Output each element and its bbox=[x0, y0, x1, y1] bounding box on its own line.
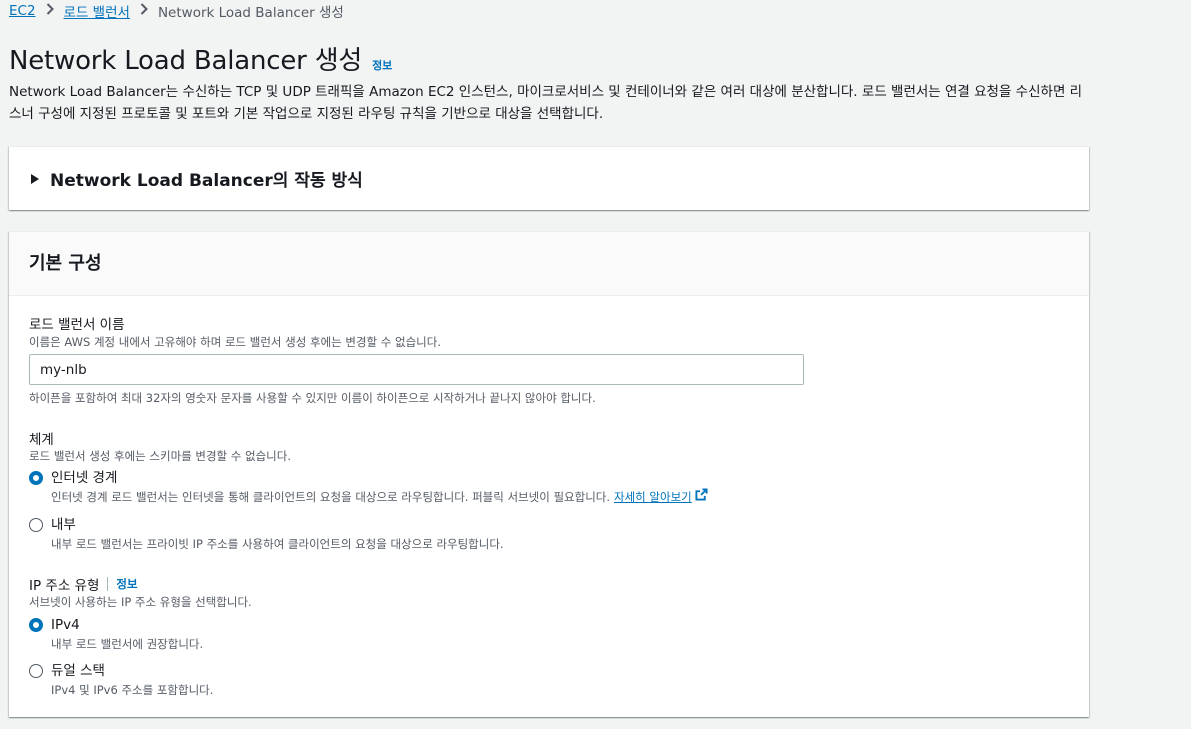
learn-more-text: 자세히 알아보기 bbox=[614, 490, 692, 504]
ipv4-label: IPv4 bbox=[51, 617, 80, 633]
dualstack-label: 듀얼 스택 bbox=[51, 663, 105, 679]
scheme-description: 로드 밸런서 생성 후에는 스키마를 변경할 수 없습니다. bbox=[29, 449, 292, 463]
scheme-internal-description: 내부 로드 밸런서는 프라이빗 IP 주소를 사용하여 클라이언트의 요청을 대… bbox=[51, 537, 504, 551]
info-link[interactable]: 정보 bbox=[372, 57, 392, 73]
radio-selected-icon[interactable] bbox=[29, 471, 43, 485]
basic-config-panel: 기본 구성 로드 밸런서 이름 이름은 AWS 계정 내에서 고유해야 하며 로… bbox=[9, 231, 1089, 717]
ip-type-label-row: IP 주소 유형 정보 bbox=[29, 574, 138, 594]
chevron-right-icon bbox=[140, 3, 148, 19]
radio-unselected-icon[interactable] bbox=[29, 518, 43, 532]
page-title-text: Network Load Balancer 생성 bbox=[9, 46, 363, 76]
ip-type-info-link[interactable]: 정보 bbox=[116, 576, 137, 592]
radio-selected-icon[interactable] bbox=[29, 618, 43, 632]
basic-config-title: 기본 구성 bbox=[29, 253, 102, 274]
basic-config-header: 기본 구성 bbox=[9, 232, 1089, 296]
divider bbox=[107, 577, 109, 591]
radio-unselected-icon[interactable] bbox=[29, 664, 43, 678]
lb-name-label: 로드 밸런서 이름 bbox=[29, 317, 125, 333]
caret-right-icon bbox=[31, 173, 39, 184]
lb-name-input[interactable] bbox=[29, 354, 804, 385]
breadcrumb-load-balancers-link[interactable]: 로드 밸런서 bbox=[64, 1, 130, 21]
scheme-internet-facing-label: 인터넷 경계 bbox=[51, 470, 118, 486]
scheme-internet-facing-desc-row: 인터넷 경계 로드 밸런서는 인터넷을 통해 클라이언트의 요청을 대상으로 라… bbox=[51, 488, 708, 506]
how-it-works-title: Network Load Balancer의 작동 방식 bbox=[50, 171, 363, 191]
dualstack-description: IPv4 및 IPv6 주소를 포함합니다. bbox=[51, 683, 214, 697]
external-link-icon bbox=[695, 488, 708, 506]
scheme-option-internet-facing[interactable]: 인터넷 경계 인터넷 경계 로드 밸런서는 인터넷을 통해 클라이언트의 요청을… bbox=[29, 468, 708, 506]
scheme-internal-label: 내부 bbox=[51, 517, 76, 533]
breadcrumb: EC2 로드 밸런서 Network Load Balancer 생성 bbox=[9, 0, 344, 22]
ip-type-option-ipv4[interactable]: IPv4 내부 로드 밸런서에 권장합니다. bbox=[29, 615, 203, 653]
ip-type-option-dualstack[interactable]: 듀얼 스택 IPv4 및 IPv6 주소를 포함합니다. bbox=[29, 661, 213, 699]
lb-name-constraint: 하이픈을 포함하여 최대 32자의 영숫자 문자를 사용할 수 있지만 이름이 … bbox=[29, 391, 596, 405]
scheme-label: 체계 bbox=[29, 432, 54, 448]
page-description: Network Load Balancer는 수신하는 TCP 및 UDP 트래… bbox=[9, 84, 1083, 122]
how-it-works-header[interactable]: Network Load Balancer의 작동 방식 bbox=[31, 166, 363, 191]
ip-type-label: IP 주소 유형 bbox=[29, 578, 100, 594]
learn-more-link[interactable]: 자세히 알아보기 bbox=[614, 488, 708, 506]
breadcrumb-current: Network Load Balancer 생성 bbox=[157, 5, 344, 21]
how-it-works-expandable[interactable]: Network Load Balancer의 작동 방식 bbox=[9, 146, 1089, 210]
ipv4-description: 내부 로드 밸런서에 권장합니다. bbox=[51, 637, 204, 651]
ip-type-description: 서브넷이 사용하는 IP 주소 유형을 선택합니다. bbox=[29, 595, 252, 609]
scheme-option-internal[interactable]: 내부 내부 로드 밸런서는 프라이빗 IP 주소를 사용하여 클라이언트의 요청… bbox=[29, 515, 504, 553]
chevron-right-icon bbox=[46, 3, 54, 19]
page-title: Network Load Balancer 생성 정보 bbox=[9, 40, 392, 77]
lb-name-description: 이름은 AWS 계정 내에서 고유해야 하며 로드 밸런서 생성 후에는 변경할… bbox=[29, 335, 441, 349]
scheme-internet-facing-description: 인터넷 경계 로드 밸런서는 인터넷을 통해 클라이언트의 요청을 대상으로 라… bbox=[51, 490, 611, 504]
breadcrumb-ec2-link[interactable]: EC2 bbox=[9, 3, 36, 19]
